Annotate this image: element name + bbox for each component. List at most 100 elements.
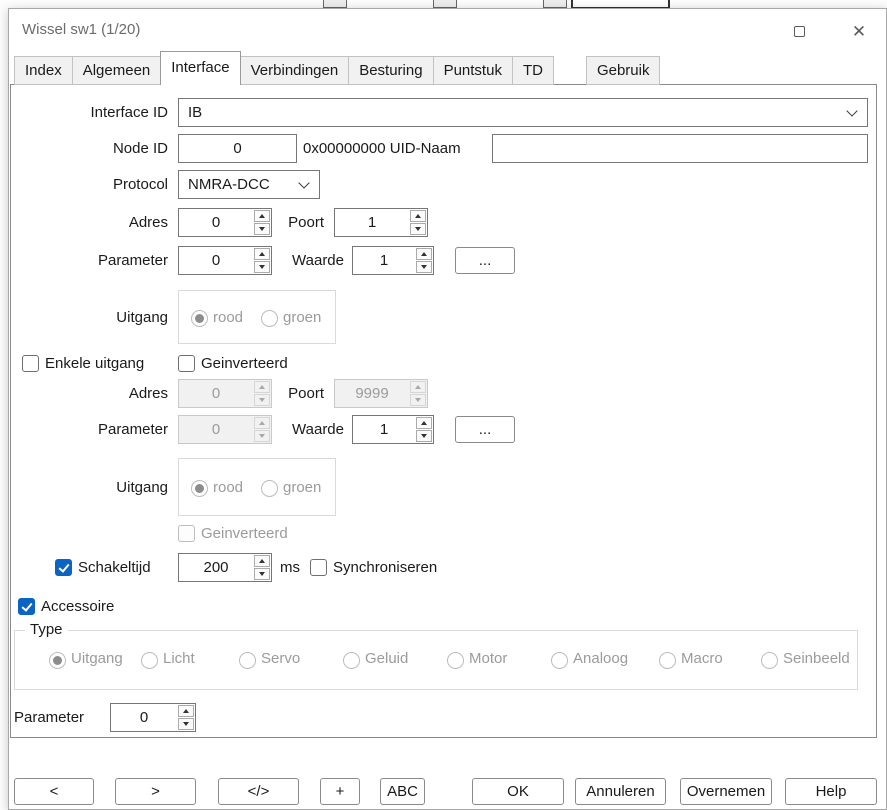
maximize-icon: [794, 26, 805, 37]
type-radio-macro-label: Macro: [681, 649, 723, 669]
spin-up-icon: [415, 385, 421, 389]
interface-id-label: Interface ID: [20, 98, 168, 127]
spin-down-button[interactable]: [416, 430, 432, 442]
spin-up-button[interactable]: [254, 210, 270, 222]
geinverteerd1-checkbox[interactable]: [178, 355, 195, 372]
uid-name-label: 0x00000000 UID-Naam: [303, 134, 461, 163]
close-button[interactable]: ✕: [843, 18, 875, 44]
tab-puntstuk[interactable]: Puntstuk: [433, 56, 513, 85]
code-button[interactable]: </>: [218, 778, 299, 805]
type-group: Type Uitgang Licht Servo Geluid Motor An…: [14, 630, 858, 690]
uid-name-input[interactable]: [493, 135, 867, 162]
accessoire-checkbox[interactable]: [18, 598, 35, 615]
spin-down-button[interactable]: [416, 261, 432, 273]
groen1-radio: [261, 310, 278, 327]
protocol-select[interactable]: NMRA-DCC: [178, 170, 320, 199]
parameter2-label: Parameter: [20, 415, 168, 444]
interface-id-select[interactable]: IB: [178, 98, 868, 127]
schakeltijd-checkbox[interactable]: [55, 559, 72, 576]
waarde1-input[interactable]: [353, 247, 415, 274]
waarde2-input[interactable]: [353, 416, 415, 443]
spin-up-icon: [259, 385, 265, 389]
node-id-label: Node ID: [20, 134, 168, 163]
type-radio-licht-label: Licht: [163, 649, 195, 669]
spin-down-button[interactable]: [254, 223, 270, 235]
spin-up-button: [410, 381, 426, 393]
spin-down-icon: [421, 434, 427, 438]
abc-button[interactable]: ABC: [380, 778, 425, 805]
spin-up-icon: [415, 214, 421, 218]
help-button[interactable]: Help: [785, 778, 877, 805]
type-radio-seinbeeld: [761, 652, 778, 669]
tab-algemeen[interactable]: Algemeen: [72, 56, 162, 85]
adres1-stepper: [178, 208, 272, 237]
spin-up-button: [254, 381, 270, 393]
more-options2-button[interactable]: ...: [455, 416, 515, 443]
tab-besturing[interactable]: Besturing: [348, 56, 433, 85]
uid-name-field: [492, 134, 868, 163]
poort1-input[interactable]: [335, 209, 409, 236]
spin-down-button[interactable]: [254, 568, 270, 580]
poort2-input: [335, 380, 409, 407]
type-radio-macro: [659, 652, 676, 669]
type-radio-geluid: [343, 652, 360, 669]
parameter1-label: Parameter: [20, 246, 168, 275]
type-radio-analoog: [551, 652, 568, 669]
geinverteerd2-checkbox: [178, 525, 195, 542]
ok-button[interactable]: OK: [472, 778, 564, 805]
adres1-input[interactable]: [179, 209, 253, 236]
close-icon: ✕: [852, 23, 866, 40]
uitgang2-label: Uitgang: [20, 473, 168, 502]
type-radio-uitgang-label: Uitgang: [71, 649, 123, 669]
chevron-down-icon: [298, 177, 309, 188]
background-window-fragment: [323, 0, 347, 8]
enkele-uitgang-checkbox[interactable]: [22, 355, 39, 372]
spin-up-button[interactable]: [410, 210, 426, 222]
schakeltijd-input[interactable]: [179, 554, 253, 581]
spin-down-button: [254, 394, 270, 406]
groen2-radio: [261, 480, 278, 497]
background-window-fragment: [543, 0, 567, 8]
spin-up-button[interactable]: [178, 705, 194, 717]
waarde1-label: Waarde: [240, 246, 344, 275]
uitgang2-group: rood groen: [178, 458, 336, 516]
spin-down-button: [410, 394, 426, 406]
enkele-uitgang-label: Enkele uitgang: [45, 354, 144, 374]
spin-up-button[interactable]: [416, 248, 432, 260]
maximize-button[interactable]: [783, 18, 815, 44]
spin-up-icon: [259, 214, 265, 218]
uitgang1-label: Uitgang: [20, 303, 168, 332]
tab-gebruik[interactable]: Gebruik: [586, 56, 661, 85]
spin-down-icon: [259, 398, 265, 402]
more-options1-button[interactable]: ...: [455, 247, 515, 274]
background-window-fragment: [433, 0, 457, 8]
cancel-button[interactable]: Annuleren: [575, 778, 666, 805]
protocol-label: Protocol: [20, 170, 168, 199]
spin-down-icon: [183, 722, 189, 726]
spin-up-icon: [421, 252, 427, 256]
tab-verbindingen[interactable]: Verbindingen: [240, 56, 350, 85]
adres2-stepper: [178, 379, 272, 408]
spin-down-icon: [415, 398, 421, 402]
tab-interface[interactable]: Interface: [160, 51, 240, 85]
next-button[interactable]: >: [115, 778, 196, 805]
type-radio-servo-label: Servo: [261, 649, 300, 669]
spin-down-icon: [421, 265, 427, 269]
synchroniseren-checkbox[interactable]: [310, 559, 327, 576]
tab-index[interactable]: Index: [14, 56, 73, 85]
tab-bar: Index Algemeen Interface Verbindingen Be…: [14, 51, 659, 85]
prev-button[interactable]: <: [14, 778, 94, 805]
node-id-field: [178, 134, 297, 163]
spin-down-button[interactable]: [178, 718, 194, 730]
spin-up-button[interactable]: [254, 555, 270, 567]
parameter-bottom-input[interactable]: [111, 704, 177, 731]
add-button[interactable]: +: [320, 778, 360, 805]
adres1-label: Adres: [20, 208, 168, 237]
tab-td[interactable]: TD: [512, 56, 554, 85]
parameter-bottom-stepper: [110, 703, 196, 732]
poort1-stepper: [334, 208, 428, 237]
apply-button[interactable]: Overnemen: [680, 778, 772, 805]
spin-up-button[interactable]: [416, 417, 432, 429]
spin-down-button[interactable]: [410, 223, 426, 235]
node-id-input[interactable]: [179, 135, 296, 162]
